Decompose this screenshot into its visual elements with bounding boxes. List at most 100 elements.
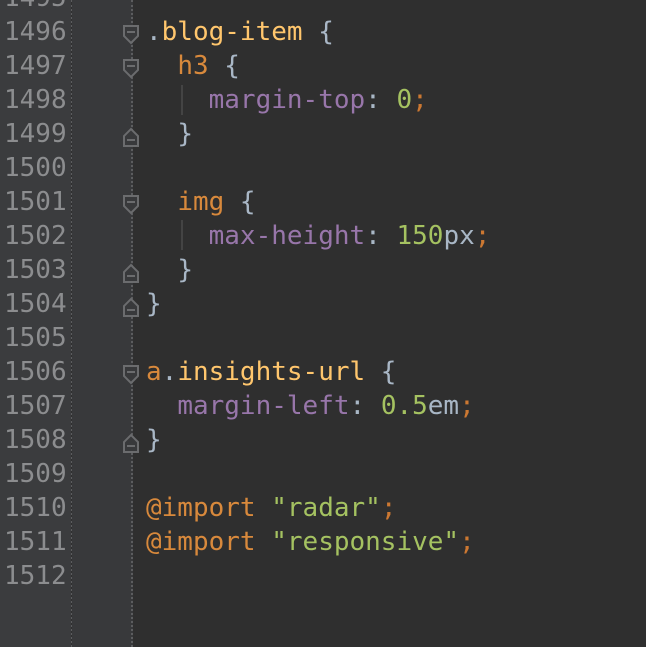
- code-line[interactable]: 1510 @import "radar";: [0, 491, 646, 525]
- code-token: margin-top: [208, 85, 366, 115]
- code-token: }: [177, 255, 193, 285]
- line-number: 1500: [4, 153, 67, 183]
- line-number: 1511: [4, 527, 67, 557]
- code-token: @import: [146, 527, 256, 557]
- code-line[interactable]: 1505: [0, 321, 646, 355]
- line-number: 1508: [4, 425, 67, 455]
- code-token: {: [302, 17, 334, 47]
- line-number: 1498: [4, 85, 67, 115]
- code-text: @import "responsive";: [146, 525, 475, 559]
- fold-collapse-icon[interactable]: [122, 55, 140, 79]
- code-text: a.insights-url {: [146, 355, 396, 389]
- code-text: @import "radar";: [146, 491, 396, 525]
- code-token: {: [224, 187, 256, 217]
- line-number: 1509: [4, 459, 67, 489]
- code-line[interactable]: 1503 }: [0, 253, 646, 287]
- code-token: {: [208, 51, 240, 81]
- code-token: }: [146, 425, 162, 455]
- code-line[interactable]: 1506 a.insights-url {: [0, 355, 646, 389]
- code-token: }: [146, 289, 162, 319]
- code-token: :: [365, 221, 397, 251]
- code-text: max-height: 150px;: [146, 219, 491, 253]
- code-token: img: [177, 187, 225, 217]
- line-number: 1507: [4, 391, 67, 421]
- code-token: ;: [459, 527, 475, 557]
- code-text: }: [146, 287, 162, 321]
- code-token: 150: [396, 221, 444, 251]
- line-number: 1496: [4, 17, 67, 47]
- code-token: margin-left: [177, 391, 350, 421]
- code-token: "radar": [271, 493, 381, 523]
- code-line[interactable]: 1507 margin-left: 0.5em;: [0, 389, 646, 423]
- code-line[interactable]: 1500: [0, 151, 646, 185]
- code-text: img {: [146, 185, 256, 219]
- code-text: h3 {: [146, 49, 240, 83]
- code-line[interactable]: 1497 h3 {: [0, 49, 646, 83]
- code-line[interactable]: 1511 @import "responsive";: [0, 525, 646, 559]
- line-number: 1502: [4, 221, 67, 251]
- code-line[interactable]: 1499 }: [0, 117, 646, 151]
- line-number: 1497: [4, 51, 67, 81]
- fold-collapse-icon[interactable]: [122, 191, 140, 215]
- fold-end-icon[interactable]: [122, 429, 140, 453]
- code-token: px: [443, 221, 475, 251]
- code-token: blog-item: [161, 17, 303, 47]
- code-token: 0: [396, 85, 413, 115]
- line-number: 1501: [4, 187, 67, 217]
- line-number: 1504: [4, 289, 67, 319]
- line-number: 1510: [4, 493, 67, 523]
- code-token: ;: [459, 391, 475, 421]
- fold-end-icon[interactable]: [122, 123, 140, 147]
- code-token: h3: [177, 51, 209, 81]
- code-token: .: [146, 17, 162, 47]
- code-token: ;: [380, 493, 397, 523]
- line-number: 1505: [4, 323, 67, 353]
- code-token: max-height: [208, 221, 366, 251]
- code-token: 0.5: [380, 391, 428, 421]
- code-line[interactable]: 1501 img {: [0, 185, 646, 219]
- code-token: ;: [474, 221, 491, 251]
- code-line[interactable]: 1498 margin-top: 0;: [0, 83, 646, 117]
- code-text: .blog-item {: [146, 15, 334, 49]
- fold-end-icon[interactable]: [122, 259, 140, 283]
- code-text: }: [146, 117, 193, 151]
- line-number: 1512: [4, 561, 67, 591]
- code-text: margin-top: 0;: [146, 83, 428, 117]
- code-token: @import: [146, 493, 256, 523]
- code-token: ;: [412, 85, 428, 115]
- code-line[interactable]: 1495: [0, 0, 646, 15]
- code-line[interactable]: 1502 max-height: 150px;: [0, 219, 646, 253]
- code-text: }: [146, 253, 193, 287]
- code-token: a: [146, 357, 162, 387]
- code-token: :: [365, 85, 397, 115]
- code-token: em: [427, 391, 460, 421]
- code-token: "responsive": [271, 527, 460, 557]
- code-line[interactable]: 1509: [0, 457, 646, 491]
- line-number: 1503: [4, 255, 67, 285]
- code-token: .: [161, 357, 178, 387]
- code-line[interactable]: 1512: [0, 559, 646, 593]
- line-number: 1499: [4, 119, 67, 149]
- fold-end-icon[interactable]: [122, 293, 140, 317]
- code-token: :: [349, 391, 381, 421]
- fold-collapse-icon[interactable]: [122, 21, 140, 45]
- code-text: }: [146, 423, 162, 457]
- line-number: 1495: [4, 0, 68, 15]
- fold-collapse-icon[interactable]: [122, 361, 140, 385]
- code-line[interactable]: 1504}: [0, 287, 646, 321]
- code-line[interactable]: 1508}: [0, 423, 646, 457]
- code-token: insights-url: [177, 357, 366, 387]
- code-line[interactable]: 1496 .blog-item {: [0, 15, 646, 49]
- code-text: margin-left: 0.5em;: [146, 389, 475, 423]
- code-token: {: [365, 357, 397, 387]
- code-token: }: [177, 119, 193, 149]
